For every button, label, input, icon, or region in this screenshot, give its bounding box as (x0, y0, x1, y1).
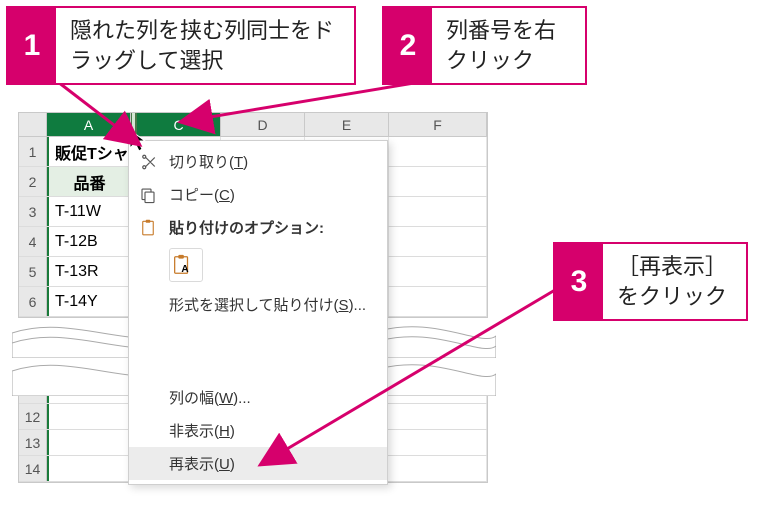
col-header-F[interactable]: F (389, 113, 487, 136)
paste-option-buttons: A (129, 244, 387, 288)
menu-label: 再表示(U) (169, 453, 235, 474)
blank-icon (137, 295, 159, 315)
cell[interactable]: T-12B (47, 227, 131, 256)
menu-gap (129, 321, 387, 341)
cell[interactable] (47, 456, 131, 481)
row-number[interactable]: 14 (19, 456, 47, 481)
row-number[interactable]: 13 (19, 430, 47, 455)
callout-3-number: 3 (555, 244, 603, 319)
cell[interactable] (389, 167, 487, 196)
row-number[interactable]: 11 (19, 378, 47, 403)
cell[interactable]: T-14Y (47, 287, 131, 316)
paste-option-label: A (181, 264, 188, 275)
cell[interactable] (389, 287, 487, 316)
menu-label: 列の幅(W)... (169, 387, 251, 408)
row-number[interactable]: 4 (19, 227, 47, 256)
menu-paste-options: 貼り付けのオプション: (129, 211, 387, 244)
cell[interactable] (389, 257, 487, 286)
col-header-E[interactable]: E (305, 113, 389, 136)
menu-gap (129, 361, 387, 381)
menu-label: 貼り付けのオプション: (169, 217, 324, 238)
cell[interactable] (389, 137, 487, 166)
col-header-A[interactable]: A (47, 113, 131, 136)
row-number[interactable]: 3 (19, 197, 47, 226)
cell[interactable] (47, 378, 131, 403)
row-number[interactable]: 1 (19, 137, 47, 166)
cell[interactable] (389, 197, 487, 226)
callout-1-text: 隠れた列を挟む列同士をドラッグして選択 (56, 8, 354, 83)
menu-unhide[interactable]: 再表示(U) (129, 447, 387, 480)
callout-2-number: 2 (384, 8, 432, 83)
paste-option-default[interactable]: A (169, 248, 203, 282)
menu-column-width[interactable]: 列の幅(W)... (129, 381, 387, 414)
menu-label: 形式を選択して貼り付け(S)... (169, 294, 366, 315)
col-header-D[interactable]: D (221, 113, 305, 136)
cell[interactable]: T-11W (47, 197, 131, 226)
blank-icon (137, 388, 159, 408)
blank-icon (137, 454, 159, 474)
menu-label: 非表示(H) (169, 420, 235, 441)
menu-gap (129, 341, 387, 361)
menu-copy[interactable]: コピー(C) (129, 178, 387, 211)
row-number[interactable]: 6 (19, 287, 47, 316)
menu-label: コピー(C) (169, 184, 235, 205)
scissors-icon (137, 152, 159, 172)
cell[interactable] (47, 430, 131, 455)
select-all-corner[interactable] (19, 113, 47, 136)
row-number[interactable]: 5 (19, 257, 47, 286)
callout-3: 3 ［再表示］をクリック (553, 242, 748, 321)
callout-1: 1 隠れた列を挟む列同士をドラッグして選択 (6, 6, 356, 85)
menu-cut[interactable]: 切り取り(T) (129, 145, 387, 178)
callout-2-text: 列番号を右クリック (432, 8, 585, 83)
menu-hide[interactable]: 非表示(H) (129, 414, 387, 447)
row-number[interactable]: 12 (19, 404, 47, 429)
cell[interactable] (389, 227, 487, 256)
callout-2: 2 列番号を右クリック (382, 6, 587, 85)
column-headers: A C D E F (19, 113, 487, 137)
blank-icon (137, 421, 159, 441)
cursor-icon (128, 128, 154, 154)
clipboard-icon (137, 218, 159, 238)
row-number[interactable]: 2 (19, 167, 47, 196)
cell[interactable]: 品番 (47, 167, 131, 196)
callout-1-number: 1 (8, 8, 56, 83)
context-menu: 切り取り(T) コピー(C) 貼り付けのオプション: A 形式を選択して貼り付け… (128, 140, 388, 485)
cell[interactable]: 販促Tシャ (47, 137, 131, 166)
menu-paste-special[interactable]: 形式を選択して貼り付け(S)... (129, 288, 387, 321)
cell[interactable] (47, 404, 131, 429)
callout-3-text: ［再表示］をクリック (603, 244, 746, 319)
menu-label: 切り取り(T) (169, 151, 248, 172)
cell[interactable]: T-13R (47, 257, 131, 286)
copy-icon (137, 185, 159, 205)
